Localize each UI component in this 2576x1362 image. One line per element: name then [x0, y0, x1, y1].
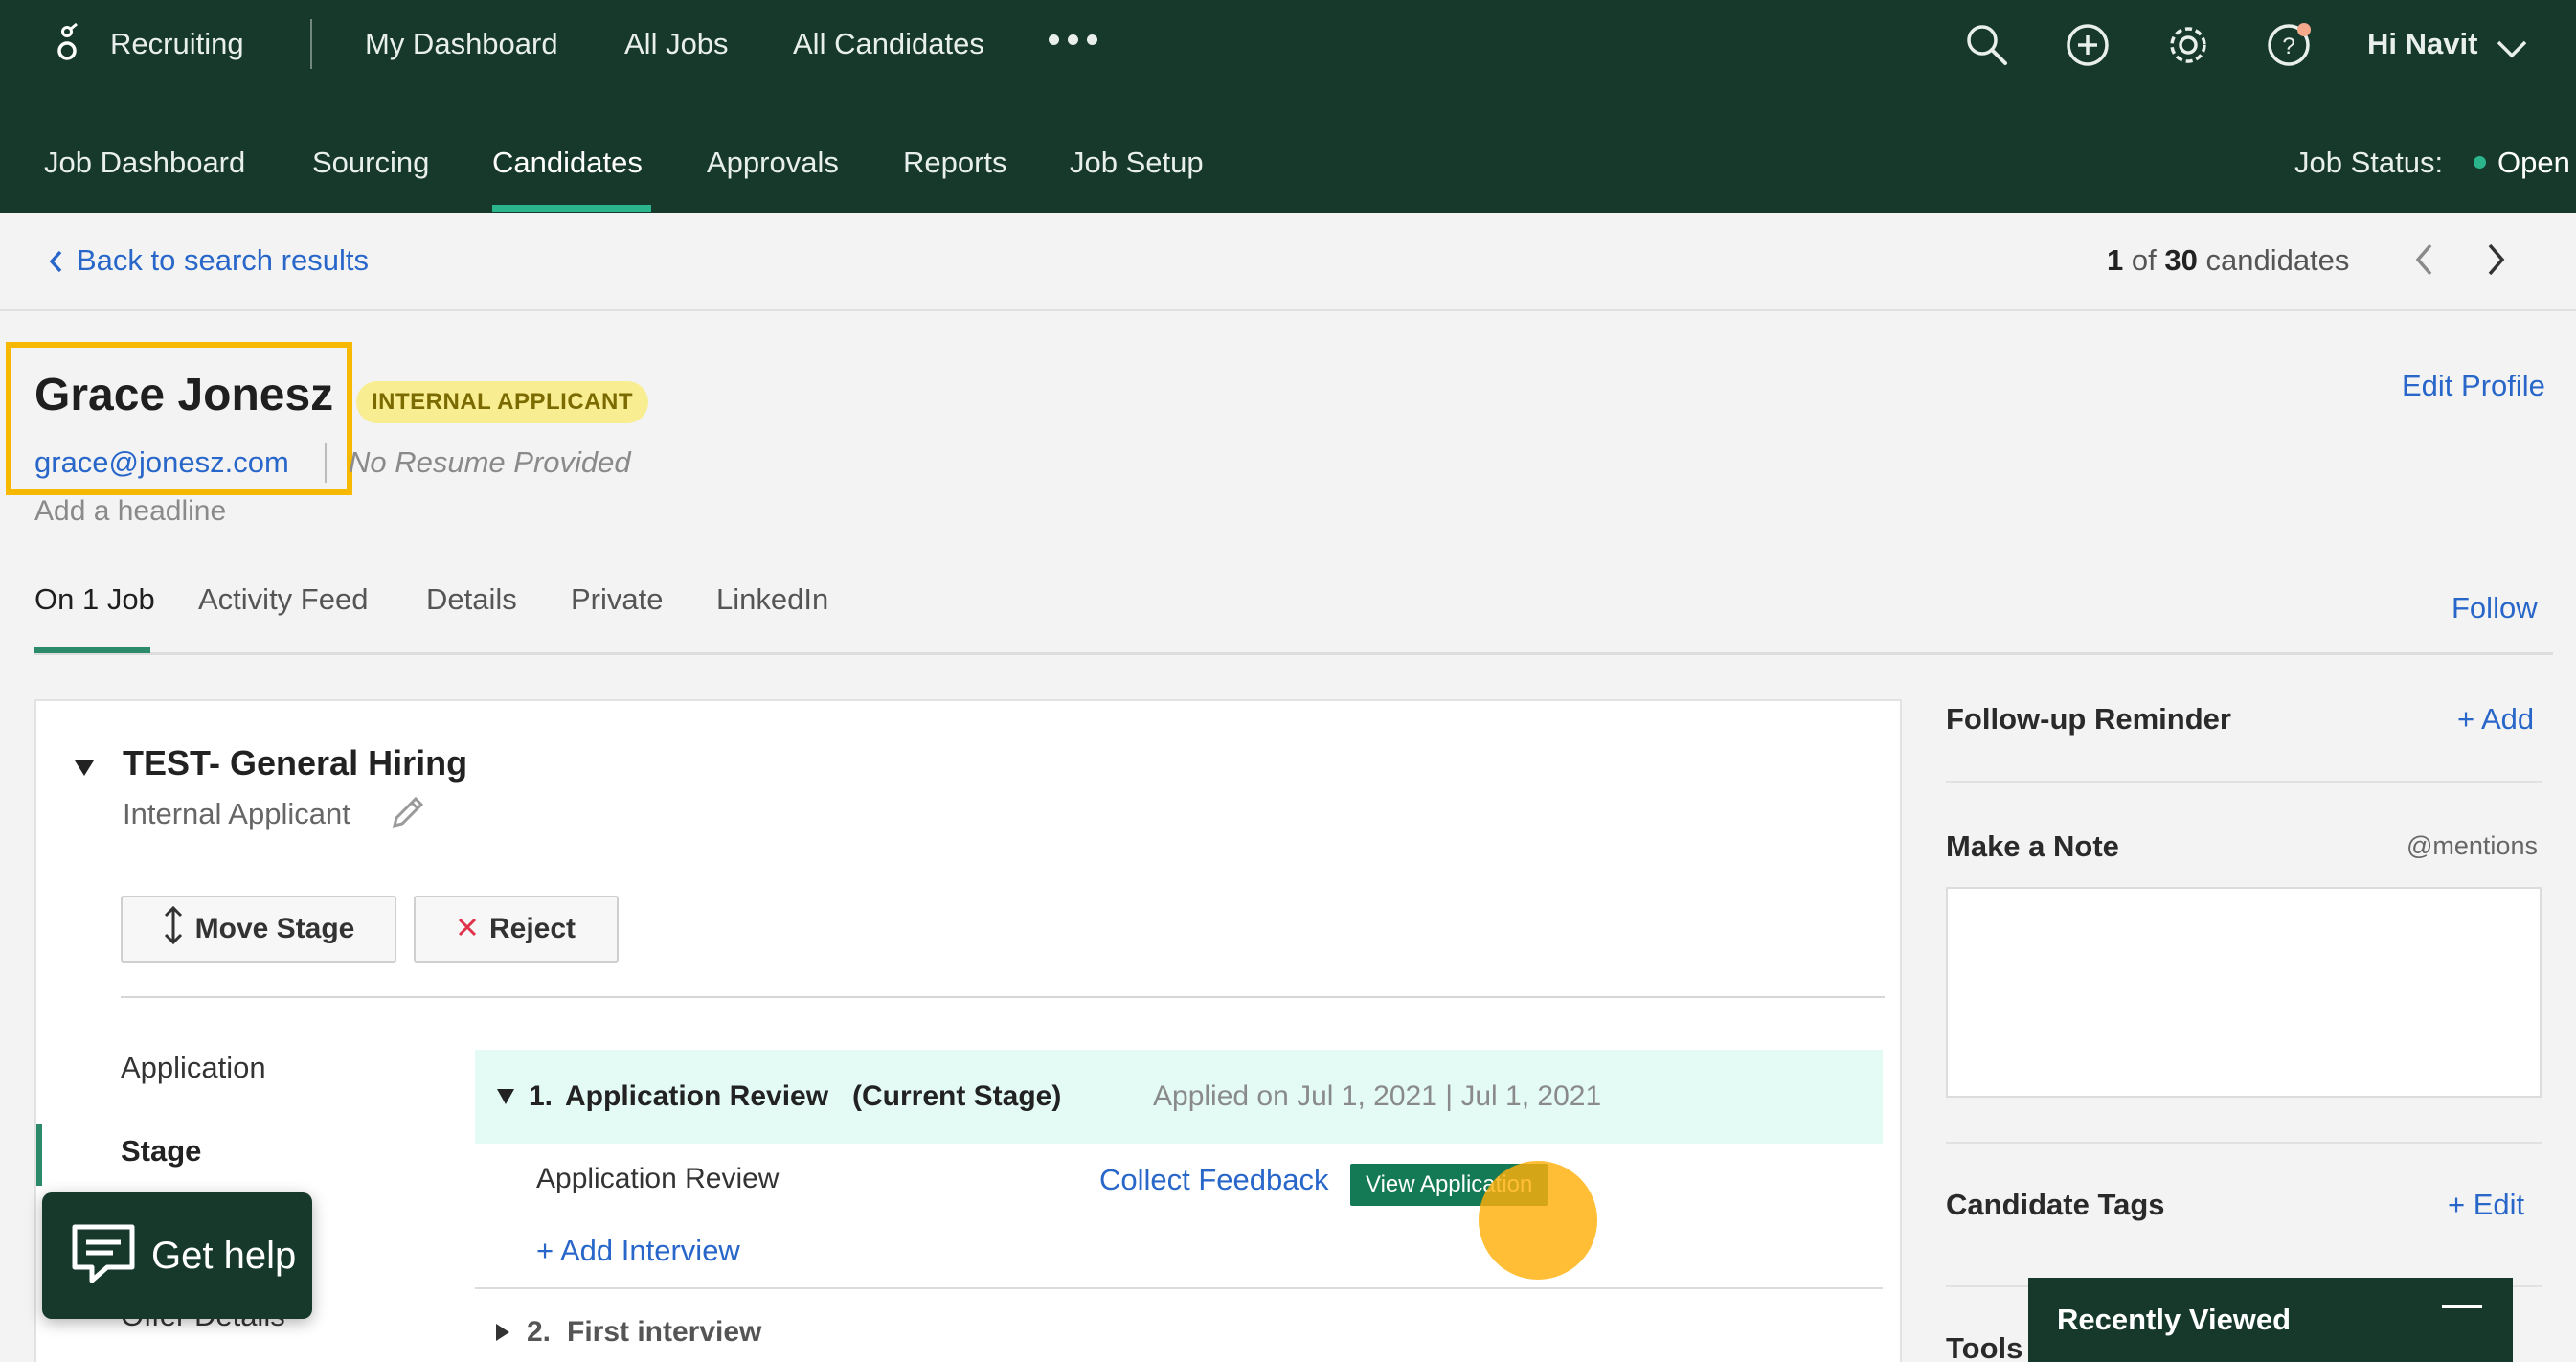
interview-row-label: Application Review: [536, 1163, 780, 1194]
tab-approvals[interactable]: Approvals: [707, 146, 839, 180]
follow-link[interactable]: Follow: [2452, 591, 2538, 625]
internal-applicant-badge: INTERNAL APPLICANT: [356, 381, 648, 423]
candidate-email-link[interactable]: grace@jonesz.com: [34, 445, 289, 480]
stage-collapse-icon[interactable]: [496, 1088, 515, 1110]
recently-viewed-panel[interactable]: Recently Viewed: [2028, 1278, 2513, 1362]
sidenav-application[interactable]: Application: [121, 1051, 266, 1085]
move-stage-button[interactable]: Move Stage: [121, 896, 396, 963]
top-navigation-bar: Recruiting My Dashboard All Jobs All Can…: [0, 0, 2576, 213]
svg-text:?: ?: [2282, 34, 2294, 59]
edit-profile-link[interactable]: Edit Profile: [2402, 369, 2545, 403]
pager-total: 30: [2164, 243, 2198, 277]
close-icon: [457, 913, 478, 945]
nav-all-candidates[interactable]: All Candidates: [793, 27, 984, 61]
job-status-value[interactable]: Open: [2497, 146, 2570, 180]
mentions-hint: @mentions: [2407, 831, 2538, 860]
vertical-arrows-icon: [163, 905, 184, 952]
collapse-triangle-icon[interactable]: [73, 759, 96, 783]
reject-button[interactable]: Reject: [414, 896, 619, 963]
move-stage-label: Move Stage: [194, 913, 355, 944]
top-divider: [310, 19, 312, 69]
chevron-down-icon[interactable]: [2496, 38, 2528, 64]
nav-my-dashboard[interactable]: My Dashboard: [365, 27, 558, 61]
chat-bubble-icon: [69, 1219, 138, 1293]
sidenav-stage[interactable]: Stage: [121, 1134, 201, 1169]
pencil-edit-icon[interactable]: [387, 793, 427, 838]
collect-feedback-link[interactable]: Collect Feedback: [1099, 1163, 1329, 1197]
right-divider-1: [1946, 781, 2542, 783]
tabs-divider: [34, 652, 2553, 655]
tab-reports[interactable]: Reports: [903, 146, 1007, 180]
greenhouse-logo-icon[interactable]: [54, 19, 82, 72]
pager-suffix: candidates: [2205, 243, 2350, 277]
right-divider-2: [1946, 1142, 2542, 1144]
minimize-icon[interactable]: [2442, 1305, 2482, 1308]
current-stage-row: 1. Application Review (Current Stage) Ap…: [475, 1050, 1883, 1144]
recently-viewed-title: Recently Viewed: [2057, 1303, 2292, 1336]
nav-all-jobs[interactable]: All Jobs: [624, 27, 729, 61]
current-stage-label: (Current Stage): [852, 1080, 1062, 1112]
applied-date: Applied on Jul 1, 2021 | Jul 1, 2021: [1153, 1080, 1602, 1112]
click-indicator: [1479, 1161, 1597, 1280]
stage-divider: [475, 1287, 1883, 1289]
reject-label: Reject: [488, 913, 576, 944]
add-interview-link[interactable]: + Add Interview: [536, 1234, 740, 1268]
active-tab-underline: [34, 647, 150, 653]
followup-reminder-title: Follow-up Reminder: [1946, 702, 2231, 736]
stage-number: 1.: [529, 1080, 554, 1112]
headline-placeholder[interactable]: Add a headline: [34, 495, 226, 528]
make-a-note-title: Make a Note: [1946, 829, 2119, 863]
breadcrumb-bar: Back to search results 1 of 30 candidate…: [0, 213, 2576, 311]
note-textarea[interactable]: [1946, 887, 2542, 1098]
plus-circle-icon[interactable]: [2064, 21, 2112, 69]
followup-add-link[interactable]: + Add: [2457, 702, 2534, 737]
next-candidate-icon[interactable]: [2486, 241, 2507, 283]
more-menu-icon[interactable]: [1049, 34, 1097, 45]
candidate-name: Grace Jonesz: [34, 370, 334, 420]
next-stage-name[interactable]: First interview: [567, 1316, 761, 1349]
get-help-button[interactable]: Get help: [42, 1192, 312, 1319]
email-divider: [325, 443, 327, 483]
expand-triangle-icon[interactable]: [494, 1322, 511, 1348]
stage-name: Application Review: [565, 1080, 829, 1112]
get-help-label: Get help: [151, 1234, 297, 1277]
previous-candidate-icon[interactable]: [2413, 241, 2434, 283]
job-subtitle: Internal Applicant: [123, 797, 350, 830]
active-tab-indicator: [492, 205, 651, 212]
next-stage-number: 2.: [527, 1316, 552, 1348]
tab-linkedin[interactable]: LinkedIn: [716, 582, 828, 617]
job-title[interactable]: TEST- General Hiring: [123, 743, 467, 783]
candidate-tags-title: Candidate Tags: [1946, 1188, 2165, 1221]
card-divider: [121, 996, 1885, 998]
candidate-pager-text: 1 of 30 candidates: [2107, 243, 2349, 278]
tab-private[interactable]: Private: [571, 582, 663, 617]
tab-sourcing[interactable]: Sourcing: [312, 146, 429, 180]
search-icon[interactable]: [1963, 21, 2011, 69]
tags-edit-link[interactable]: + Edit: [2448, 1188, 2524, 1222]
tab-job-dashboard[interactable]: Job Dashboard: [44, 146, 245, 180]
sidenav-active-indicator: [36, 1124, 42, 1186]
tab-job-setup[interactable]: Job Setup: [1070, 146, 1204, 180]
job-application-card: TEST- General Hiring Internal Applicant …: [34, 699, 1902, 1362]
help-icon[interactable]: ?: [2265, 21, 2313, 69]
status-dot-icon: [2474, 156, 2486, 169]
tab-on-1-job[interactable]: On 1 Job: [34, 582, 155, 617]
tools-title: Tools: [1946, 1331, 2023, 1362]
tab-details[interactable]: Details: [426, 582, 517, 617]
pager-of: of: [2131, 243, 2157, 277]
brand-label[interactable]: Recruiting: [110, 27, 244, 61]
gear-icon[interactable]: [2164, 21, 2212, 69]
pager-current: 1: [2107, 243, 2124, 277]
job-status-label: Job Status:: [2294, 146, 2444, 179]
back-to-search-link[interactable]: Back to search results: [77, 243, 369, 278]
tab-candidates[interactable]: Candidates: [492, 146, 643, 180]
user-greeting[interactable]: Hi Navit: [2367, 27, 2477, 61]
chevron-left-icon[interactable]: [48, 249, 63, 279]
resume-status: No Resume Provided: [349, 445, 631, 479]
tab-activity-feed[interactable]: Activity Feed: [198, 582, 368, 617]
